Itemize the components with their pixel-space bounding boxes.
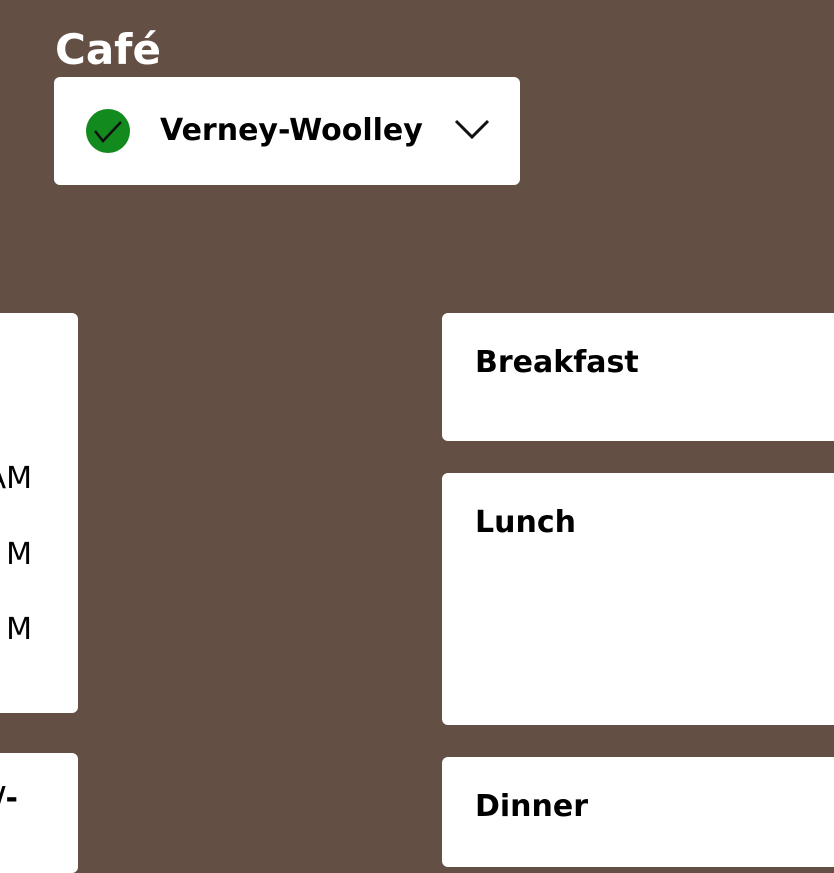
info-card-text: /-: [0, 781, 18, 816]
selected-cafe-name: Verney-Woolley: [160, 113, 423, 148]
meal-title: Dinner: [475, 789, 589, 824]
check-circle-icon: [86, 109, 130, 153]
cafe-section-label: Café: [55, 25, 161, 74]
info-card: /-: [0, 753, 78, 873]
meal-card-breakfast[interactable]: Breakfast: [442, 313, 834, 441]
meal-card-lunch[interactable]: Lunch: [442, 473, 834, 725]
meal-title: Lunch: [475, 505, 576, 540]
hours-line: M: [6, 537, 32, 572]
cafe-selector-dropdown[interactable]: Verney-Woolley: [54, 77, 520, 185]
hours-line: M: [6, 612, 32, 647]
meal-card-dinner[interactable]: Dinner: [442, 757, 834, 867]
hours-line: AM: [0, 461, 32, 496]
chevron-down-icon: [454, 117, 490, 141]
meal-title: Breakfast: [475, 345, 639, 380]
hours-card: AM M M: [0, 313, 78, 713]
